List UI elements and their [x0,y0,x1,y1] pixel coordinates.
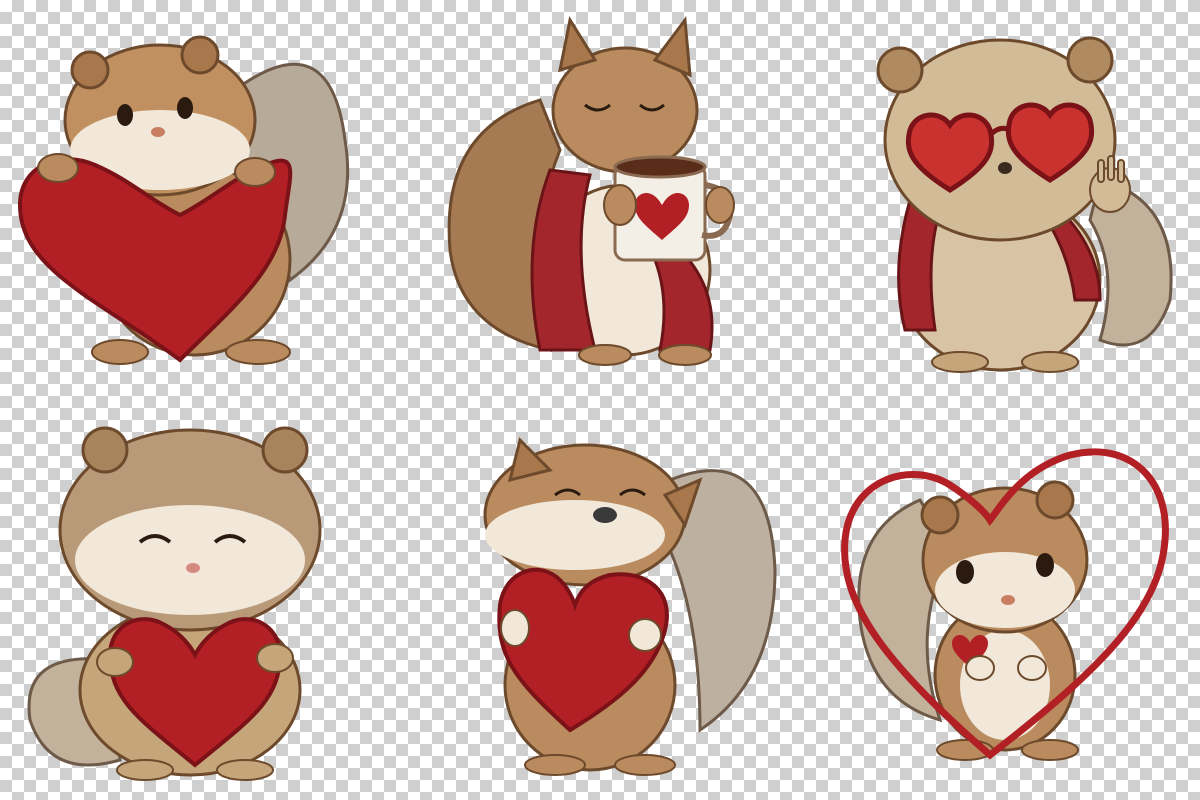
left-paw [96,647,134,677]
left-paw [500,609,530,647]
right-paw [1017,655,1047,681]
left-foot [931,351,989,373]
right-paw [705,186,735,224]
left-ear [81,426,129,474]
squirrel-coffee-mug-illustration [447,15,735,366]
right-ear [180,35,220,75]
nose [186,563,200,573]
right-eye [177,97,193,119]
squirrel-hugging-heart-illustration [17,35,350,365]
sticker-sheet [0,0,1200,800]
squirrel-heart-frame-illustration [841,448,1169,761]
sticker-squirrel-coffee-mug [400,0,800,400]
right-foot [225,339,291,365]
squirrel-cuddling-heart-illustration [483,437,777,776]
left-paw [965,655,995,681]
squirrel-smiling-heart-illustration [27,426,322,781]
right-paw [234,157,276,187]
right-foot [658,344,712,366]
right-foot [614,754,676,776]
right-foot [1021,351,1079,373]
right-paw [256,643,294,673]
sticker-squirrel-cuddling-heart [400,400,800,800]
nose [151,127,165,137]
squirrel-heart-sunglasses-illustration [876,36,1173,373]
right-ear [1066,36,1114,84]
left-ear [876,46,924,94]
sticker-squirrel-smiling-heart [0,400,400,800]
left-foot [578,344,632,366]
left-ear [920,495,960,535]
left-ear [558,16,598,73]
right-foot [1021,739,1079,761]
left-foot [524,754,586,776]
sticker-squirrel-heart-sunglasses [800,0,1200,400]
nose [593,507,617,523]
left-paw [37,153,79,183]
sticker-squirrel-heart-frame [800,400,1200,800]
sticker-squirrel-hugging-heart [0,0,400,400]
right-foot [216,759,274,781]
cheek-fluff [75,505,305,615]
left-foot [116,759,174,781]
left-eye [117,104,133,126]
nose [1001,595,1015,605]
left-ear [70,50,110,90]
right-paw [628,618,662,652]
left-paw [603,184,637,226]
cheek-fluff [485,500,665,570]
left-eye [956,560,974,584]
nose [998,162,1012,174]
cheek-fluff [935,552,1075,628]
left-foot [91,339,149,365]
right-ear [261,426,309,474]
right-eye [1036,553,1054,577]
right-ear [1035,480,1075,520]
